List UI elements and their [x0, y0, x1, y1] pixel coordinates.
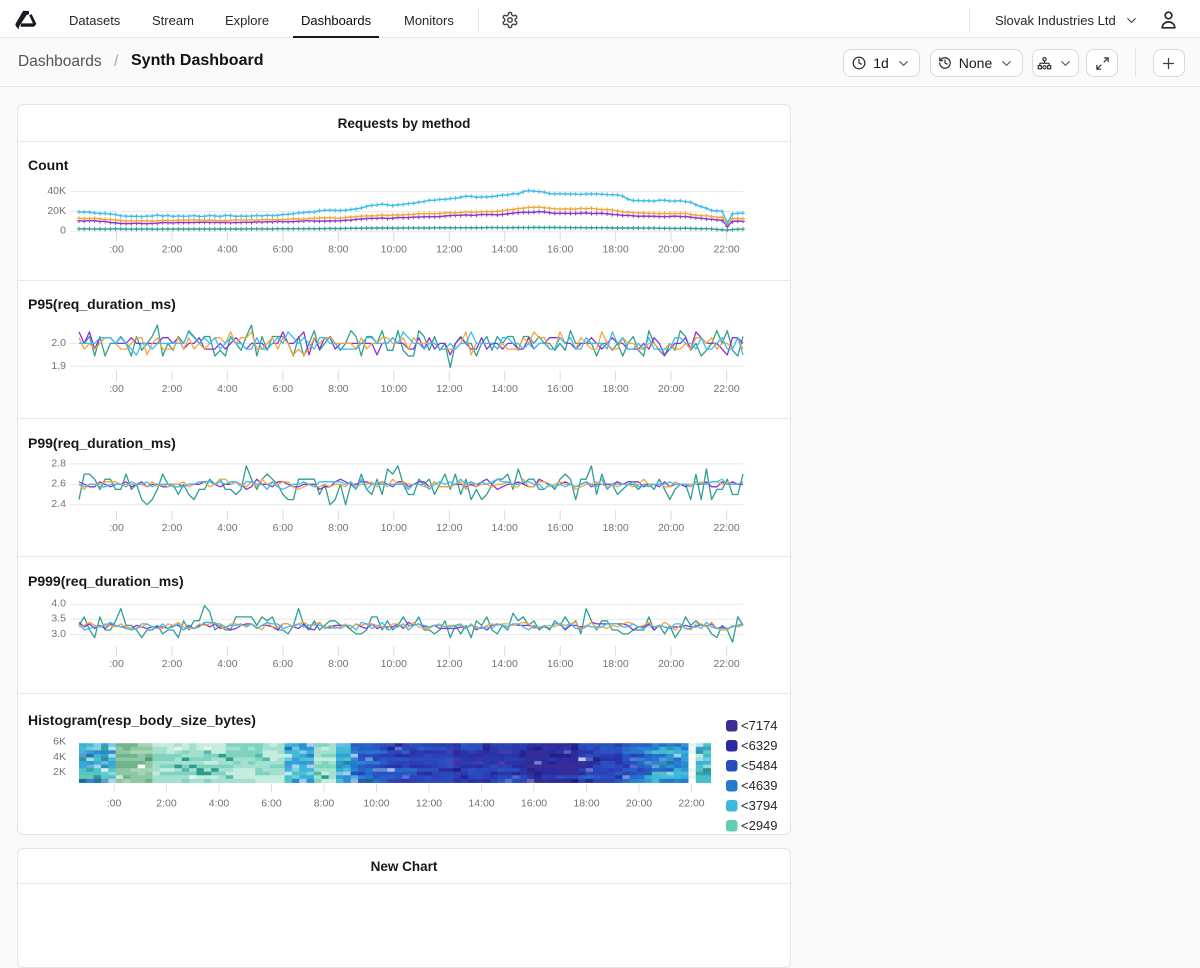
svg-text:6:00: 6:00	[273, 522, 294, 534]
svg-text:20:00: 20:00	[658, 244, 684, 256]
svg-text:20:00: 20:00	[658, 383, 684, 395]
svg-text:16:00: 16:00	[547, 522, 573, 534]
svg-text:2:00: 2:00	[162, 658, 183, 670]
svg-text:18:00: 18:00	[573, 797, 599, 809]
svg-text:8:00: 8:00	[328, 244, 349, 256]
svg-text:10:00: 10:00	[381, 244, 407, 256]
svg-text:40K: 40K	[47, 185, 66, 197]
svg-text:18:00: 18:00	[602, 658, 628, 670]
svg-text:22:00: 22:00	[713, 244, 739, 256]
svg-text:14:00: 14:00	[492, 244, 518, 256]
svg-text:20:00: 20:00	[658, 522, 684, 534]
svg-text:6:00: 6:00	[273, 244, 294, 256]
svg-text:4:00: 4:00	[217, 658, 238, 670]
svg-text:6:00: 6:00	[261, 797, 282, 809]
svg-text:<4639: <4639	[741, 778, 778, 793]
svg-text:16:00: 16:00	[547, 658, 573, 670]
svg-text::00: :00	[109, 658, 124, 670]
svg-text:<2949: <2949	[741, 818, 778, 833]
svg-text:6:00: 6:00	[273, 658, 294, 670]
svg-text:20:00: 20:00	[626, 797, 652, 809]
svg-text:<3794: <3794	[741, 798, 778, 813]
svg-text:2.6: 2.6	[51, 478, 66, 490]
svg-text:2.0: 2.0	[51, 337, 66, 349]
svg-text:2.8: 2.8	[51, 457, 66, 469]
svg-text:14:00: 14:00	[492, 522, 518, 534]
svg-text:22:00: 22:00	[713, 383, 739, 395]
svg-text:4K: 4K	[53, 751, 66, 763]
svg-text:12:00: 12:00	[416, 797, 442, 809]
svg-text::00: :00	[109, 383, 124, 395]
svg-text:<6329: <6329	[741, 738, 778, 753]
svg-text:22:00: 22:00	[678, 797, 704, 809]
svg-text:8:00: 8:00	[328, 522, 349, 534]
svg-text::00: :00	[109, 244, 124, 256]
svg-text:2:00: 2:00	[162, 383, 183, 395]
svg-text:18:00: 18:00	[602, 244, 628, 256]
svg-text:12:00: 12:00	[436, 383, 462, 395]
svg-text:2K: 2K	[53, 766, 66, 778]
svg-text:14:00: 14:00	[492, 383, 518, 395]
svg-text:6K: 6K	[53, 735, 66, 747]
svg-text:18:00: 18:00	[602, 522, 628, 534]
svg-text:10:00: 10:00	[381, 658, 407, 670]
svg-text:18:00: 18:00	[602, 383, 628, 395]
svg-text:4:00: 4:00	[217, 244, 238, 256]
svg-text:22:00: 22:00	[713, 522, 739, 534]
svg-text:2.4: 2.4	[51, 498, 66, 510]
svg-text:2:00: 2:00	[156, 797, 177, 809]
svg-text:2:00: 2:00	[162, 522, 183, 534]
svg-text::00: :00	[107, 797, 122, 809]
svg-text:1.9: 1.9	[51, 360, 66, 372]
svg-text:6:00: 6:00	[273, 383, 294, 395]
svg-text:10:00: 10:00	[381, 522, 407, 534]
svg-text:8:00: 8:00	[328, 383, 349, 395]
svg-text:16:00: 16:00	[547, 383, 573, 395]
svg-text:10:00: 10:00	[363, 797, 389, 809]
svg-text:3.0: 3.0	[51, 628, 66, 640]
svg-text:0: 0	[60, 225, 66, 237]
svg-text:14:00: 14:00	[468, 797, 494, 809]
svg-text:16:00: 16:00	[547, 244, 573, 256]
svg-text:20K: 20K	[47, 205, 66, 217]
svg-text:10:00: 10:00	[381, 383, 407, 395]
svg-text:22:00: 22:00	[713, 658, 739, 670]
svg-text:3.5: 3.5	[51, 613, 66, 625]
svg-text:16:00: 16:00	[521, 797, 547, 809]
svg-text:4.0: 4.0	[51, 598, 66, 610]
svg-text:4:00: 4:00	[209, 797, 230, 809]
svg-text:<5484: <5484	[741, 758, 778, 773]
svg-text:12:00: 12:00	[436, 522, 462, 534]
svg-text:20:00: 20:00	[658, 658, 684, 670]
svg-text:4:00: 4:00	[217, 522, 238, 534]
svg-text:12:00: 12:00	[436, 244, 462, 256]
svg-text:14:00: 14:00	[492, 658, 518, 670]
svg-text:2:00: 2:00	[162, 244, 183, 256]
svg-text::00: :00	[109, 522, 124, 534]
svg-text:12:00: 12:00	[436, 658, 462, 670]
svg-text:8:00: 8:00	[328, 658, 349, 670]
svg-text:4:00: 4:00	[217, 383, 238, 395]
svg-text:8:00: 8:00	[314, 797, 335, 809]
svg-text:<7174: <7174	[741, 718, 778, 733]
